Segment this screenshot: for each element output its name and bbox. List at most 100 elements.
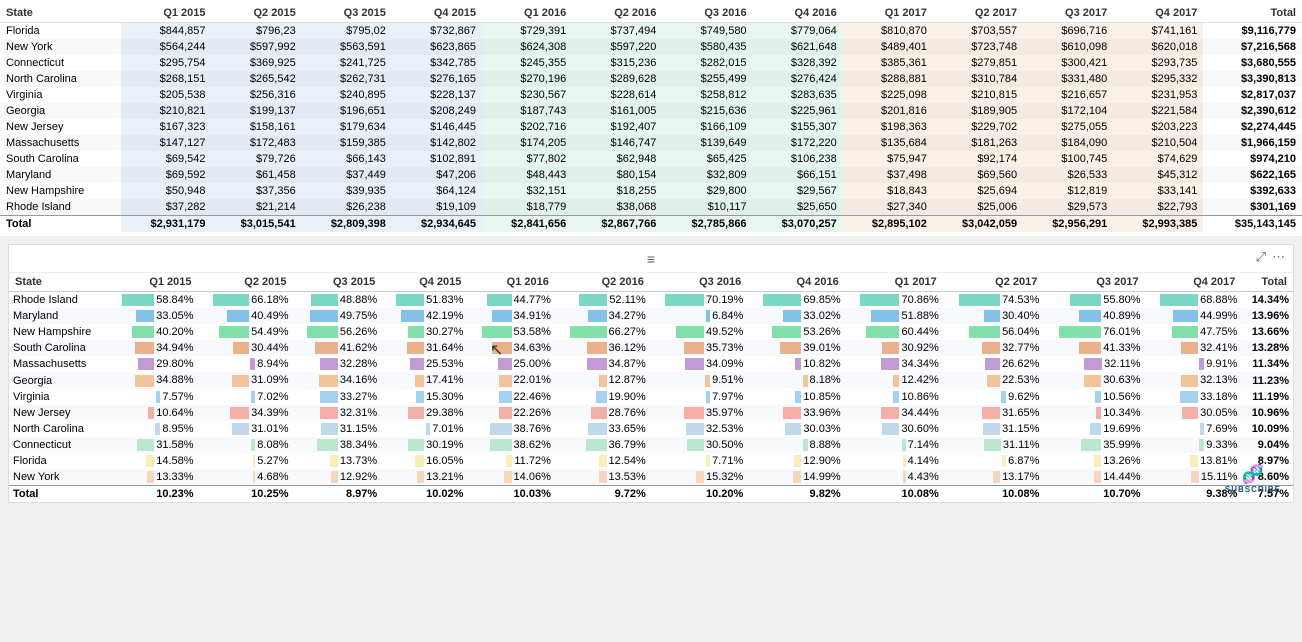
pct-cell-5-8: 8.18%: [747, 372, 844, 388]
pct-cell-9-8: 8.88%: [747, 437, 844, 453]
pct-cell-2-0: New Hampshire: [9, 324, 107, 340]
cell-11-11: $29,573: [1023, 199, 1113, 216]
cell-7-12: $210,504: [1113, 135, 1203, 151]
cell-10-1: $50,948: [121, 183, 211, 199]
total-row: Total10.23%10.25%8.97%10.02%10.03%9.72%1…: [9, 486, 1293, 503]
panel-icons-right: ⤢ ⋯: [1256, 249, 1285, 265]
pct-bar: [396, 294, 425, 306]
pct-cell-10-11: 13.26%: [1043, 453, 1144, 469]
bottom-panel: ≡ ⤢ ⋯ StateQ1 2015Q2 2015Q3 2015Q4 2015Q…: [8, 244, 1294, 503]
top-table-header-row: StateQ1 2015Q2 2015Q3 2015Q4 2015Q1 2016…: [0, 4, 1302, 23]
pct-value: 53.26%: [803, 326, 840, 338]
pct-cell-10-8: 12.90%: [747, 453, 844, 469]
pct-value: 52.11%: [609, 294, 646, 306]
pct-cell-10-7: 7.71%: [650, 453, 747, 469]
pct-bar: [410, 358, 424, 370]
cell-9-11: $26,533: [1023, 167, 1113, 183]
cell-1-0: New York: [0, 39, 121, 55]
more-icon[interactable]: ⋯: [1272, 249, 1285, 265]
pct-value: 9.33%: [1206, 439, 1237, 451]
cell-7-2: $172,483: [212, 135, 302, 151]
cell-8-6: $62,948: [572, 151, 662, 167]
cell-0-10: $703,557: [933, 23, 1023, 40]
subscribe-label[interactable]: SUBSCRIBE: [1225, 485, 1281, 494]
pct-bar: [599, 471, 607, 483]
pct-bar: [871, 310, 900, 322]
bottom-header-q2-2017: Q2 2017: [943, 273, 1044, 292]
cell-8-4: $102,891: [392, 151, 482, 167]
pct-value: 33.27%: [340, 391, 377, 403]
pct-value: 13.33%: [156, 471, 193, 483]
cell-8-0: South Carolina: [0, 151, 121, 167]
cell-1-11: $610,098: [1023, 39, 1113, 55]
pct-value: 36.79%: [609, 439, 646, 451]
cell-0-3: $795,02: [302, 23, 392, 40]
expand-icon[interactable]: ⤢: [1256, 249, 1266, 265]
cell-12-0: Total: [0, 216, 121, 233]
pct-bar: [136, 310, 154, 322]
pct-bar: [591, 407, 607, 419]
pct-cell-5-6: 12.87%: [555, 372, 650, 388]
cell-6-10: $229,702: [933, 119, 1023, 135]
pct-bar: [795, 391, 801, 403]
pct-value: 56.26%: [340, 326, 377, 338]
pct-value: 10.03%: [514, 488, 551, 500]
pct-cell-7-13: 10.96%: [1241, 405, 1293, 421]
pct-cell-7-8: 33.96%: [747, 405, 844, 421]
cell-4-8: $283,635: [753, 87, 843, 103]
pct-bar: [685, 358, 704, 370]
top-header-q1-2017: Q1 2017: [843, 4, 933, 23]
table-row: New Hampshire$50,948$37,356$39,935$64,12…: [0, 183, 1302, 199]
cell-8-13: $974,210: [1203, 151, 1302, 167]
pct-value: 25.00%: [514, 358, 551, 370]
pct-cell-5-3: 34.16%: [292, 372, 381, 388]
pct-cell-9-6: 36.79%: [555, 437, 650, 453]
cell-1-13: $7,216,568: [1203, 39, 1302, 55]
pct-value: 4.43%: [908, 471, 939, 483]
pct-value: 74.53%: [1002, 294, 1039, 306]
pct-bar: [1090, 423, 1101, 435]
pct-bar: [860, 294, 899, 306]
cell-0-13: $9,116,779: [1203, 23, 1302, 40]
pct-bar: [1199, 439, 1204, 451]
pct-value: 12.90%: [803, 455, 840, 467]
cell-6-12: $203,223: [1113, 119, 1203, 135]
cell-1-7: $580,435: [662, 39, 752, 55]
pct-bar: [487, 294, 512, 306]
pct-cell-5-0: Georgia: [9, 372, 107, 388]
cell-5-1: $210,821: [121, 103, 211, 119]
cell-9-0: Maryland: [0, 167, 121, 183]
cell-1-8: $621,648: [753, 39, 843, 55]
pct-bar: [213, 294, 249, 306]
pct-bar: [881, 358, 900, 370]
cell-2-13: $3,680,555: [1203, 55, 1302, 71]
pct-cell-5-4: 17.41%: [381, 372, 467, 388]
cell-4-5: $230,567: [482, 87, 572, 103]
pct-bar: [492, 310, 511, 322]
cell-4-0: Virginia: [0, 87, 121, 103]
list-item: New Hampshire40.20%54.49%56.26%30.27%53.…: [9, 324, 1293, 340]
cell-4-9: $225,098: [843, 87, 933, 103]
pct-value: 8.08%: [257, 439, 288, 451]
pct-value: 41.62%: [340, 342, 377, 354]
drag-handle-icon[interactable]: ≡: [647, 251, 655, 267]
pct-cell-2-8: 53.26%: [747, 324, 844, 340]
cell-5-9: $201,816: [843, 103, 933, 119]
pct-value: 10.02%: [426, 488, 463, 500]
cell-4-10: $210,815: [933, 87, 1023, 103]
pct-bar: [1173, 310, 1198, 322]
cell-5-2: $199,137: [212, 103, 302, 119]
cell-12-6: $2,867,766: [572, 216, 662, 233]
pct-value: 19.69%: [1103, 423, 1140, 435]
cell-2-0: Connecticut: [0, 55, 121, 71]
pct-value: 34.44%: [901, 407, 938, 419]
pct-bar: [148, 407, 154, 419]
pct-cell-4-7: 34.09%: [650, 356, 747, 372]
cell-1-6: $597,220: [572, 39, 662, 55]
pct-bar: [499, 375, 511, 387]
cell-2-12: $293,735: [1113, 55, 1203, 71]
pct-value: 49.52%: [706, 326, 743, 338]
pct-bar: [882, 342, 899, 354]
pct-cell-3-10: 32.77%: [943, 340, 1044, 356]
pct-cell-5-12: 32.13%: [1145, 372, 1242, 388]
